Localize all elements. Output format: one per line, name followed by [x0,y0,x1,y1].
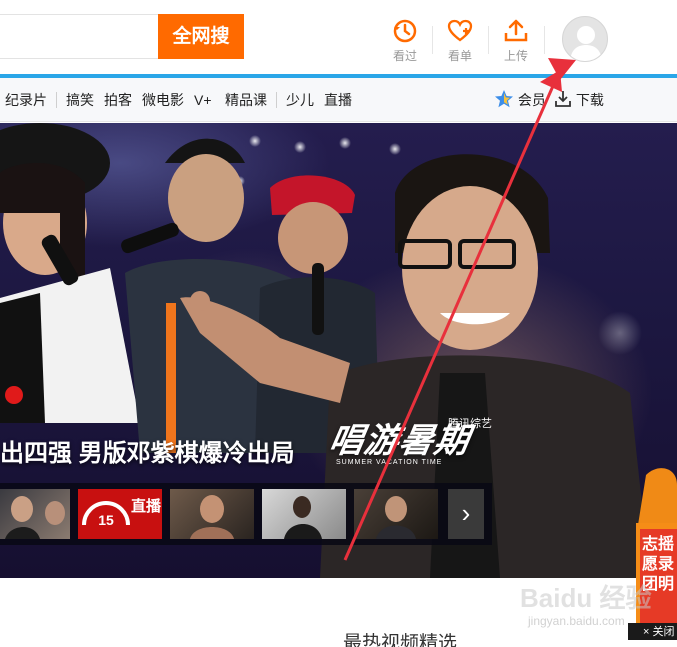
vip-link[interactable]: 会员 [494,78,546,122]
live-badge-graphic: 15 直播 [82,497,162,528]
banner-thumbnail-strip: 15 直播 › [0,483,492,545]
nav-item-courses[interactable]: 精品课 [225,78,267,122]
header-divider [488,26,489,54]
nav-item-kids[interactable]: 少儿 [286,78,314,122]
thumb-1[interactable] [0,489,70,539]
upload-button[interactable]: 上传 [491,14,541,66]
thumbnail-image [190,495,234,539]
user-avatar[interactable] [562,16,608,62]
download-label: 下载 [575,92,604,108]
upload-label: 上传 [503,49,528,63]
thumb-5[interactable] [354,489,438,539]
header-divider [432,26,433,54]
watchlist-label: 看单 [447,49,472,63]
download-link[interactable]: 下载 [554,78,604,122]
nav-divider [56,92,57,108]
thumb-3[interactable] [170,489,254,539]
next-thumbnails-button[interactable]: › [448,489,484,539]
history-label: 看过 [392,49,417,63]
thumb-4[interactable] [262,489,346,539]
nav-item-vplus[interactable]: V+ [194,78,212,122]
nav-divider [276,92,277,108]
search-button[interactable]: 全网搜 [158,14,244,59]
nav-item-documentary[interactable]: 纪录片 [5,78,47,122]
history-icon [393,19,417,43]
show-logo-en: SUMMER VACATION TIME [336,459,443,466]
vip-star-icon [495,90,513,108]
search-input[interactable] [0,14,158,59]
baidu-watermark: Baidu 经验 [520,583,652,613]
page: 全网搜 看过 看单 上传 纪录片 搞笑 拍客 微电影 V+ 精品课 少儿 直播 … [0,0,677,647]
header-divider [544,26,545,54]
thumbnail-image [376,496,416,539]
avatar-placeholder-icon [570,26,602,61]
category-nav: 纪录片 搞笑 拍客 微电影 V+ 精品课 少儿 直播 会员 下载 [0,78,677,122]
live-number: 15 [98,512,114,528]
vip-label: 会员 [517,92,546,108]
download-icon [555,91,571,107]
thumbnail-image [5,496,65,539]
nav-item-live[interactable]: 直播 [324,78,352,122]
hero-banner[interactable]: 出四强 男版邓紫棋爆冷出局 唱游暑期 腾讯综艺 SUMMER VACATION … [0,123,677,578]
thumbnail-image [284,496,322,539]
section-title: 最热视频精选 [343,633,458,647]
top-header: 全网搜 看过 看单 上传 [0,0,677,74]
banner-headline[interactable]: 出四强 男版邓紫棋爆冷出局 [0,433,295,468]
nav-item-paike[interactable]: 拍客 [104,78,132,122]
live-text: 直播 [131,497,162,515]
show-logo-sub: 腾讯综艺 [448,418,492,430]
baidu-watermark-url: jingyan.baidu.com [528,614,625,628]
upload-icon [504,19,528,42]
thumb-live[interactable]: 15 直播 [78,489,162,539]
promo-close-button[interactable]: × 关闭 [640,624,677,640]
nav-item-microfilm[interactable]: 微电影 [142,78,184,122]
watchlist-button[interactable]: 看单 [435,14,485,66]
history-button[interactable]: 看过 [380,14,430,66]
watchlist-heart-icon [447,19,473,42]
nav-item-comedy[interactable]: 搞笑 [66,78,94,122]
